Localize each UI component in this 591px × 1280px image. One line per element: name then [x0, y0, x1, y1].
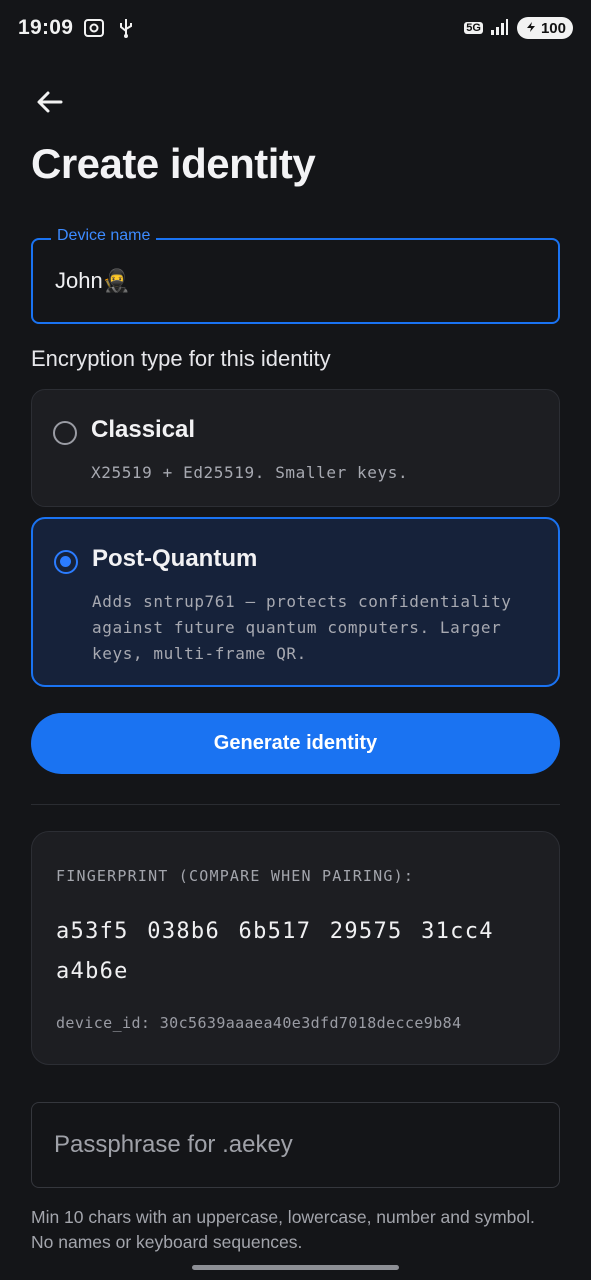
divider [31, 804, 560, 805]
passphrase-helper-text: Min 10 chars with an uppercase, lowercas… [31, 1207, 535, 1252]
fingerprint-label: FINGERPRINT (COMPARE WHEN PAIRING): [56, 867, 415, 885]
device-name-input[interactable]: John🥷 [55, 268, 130, 294]
home-indicator[interactable] [192, 1265, 399, 1270]
status-bar: 19:09 5G 100 [0, 0, 591, 56]
classical-title: Classical [91, 416, 196, 443]
post-quantum-description: Adds sntrup761 — protects confidentialit… [92, 592, 512, 663]
device-id-text: device_id: 30c5639aaaea40e3dfd7018decce9… [56, 1014, 462, 1032]
status-bar-left: 19:09 [18, 16, 137, 40]
status-time: 19:09 [18, 16, 74, 39]
back-button[interactable] [30, 84, 70, 124]
network-type-label: 5G [464, 22, 483, 34]
device-name-label: Device name [51, 227, 157, 245]
device-name-field[interactable]: Device name John🥷 [31, 227, 560, 324]
generate-identity-button[interactable]: Generate identity [31, 713, 560, 774]
battery-icon [524, 20, 538, 37]
usb-icon [115, 17, 137, 39]
screenshot-icon [83, 17, 105, 39]
encryption-option-post-quantum[interactable]: Post-Quantum Adds sntrup761 — protects c… [31, 517, 560, 687]
passphrase-field[interactable] [31, 1102, 560, 1188]
page-title: Create identity [31, 140, 316, 187]
classical-radio[interactable] [53, 421, 77, 445]
fingerprint-value: a53f5 038b6 6b517 29575 31cc4 a4b6e [56, 919, 494, 984]
passphrase-input[interactable] [54, 1103, 534, 1187]
post-quantum-radio[interactable] [54, 550, 78, 574]
encryption-section-label: Encryption type for this identity [31, 346, 331, 371]
status-bar-right: 5G 100 [464, 17, 573, 39]
fingerprint-card: FINGERPRINT (COMPARE WHEN PAIRING): a53f… [31, 831, 560, 1065]
classical-description: X25519 + Ed25519. Smaller keys. [91, 463, 409, 482]
post-quantum-title: Post-Quantum [92, 545, 258, 572]
battery-level: 100 [540, 19, 566, 37]
signal-icon [489, 17, 511, 39]
arrow-left-icon [35, 87, 65, 122]
battery-indicator: 100 [516, 17, 573, 39]
encryption-option-classical[interactable]: Classical X25519 + Ed25519. Smaller keys… [31, 389, 560, 507]
